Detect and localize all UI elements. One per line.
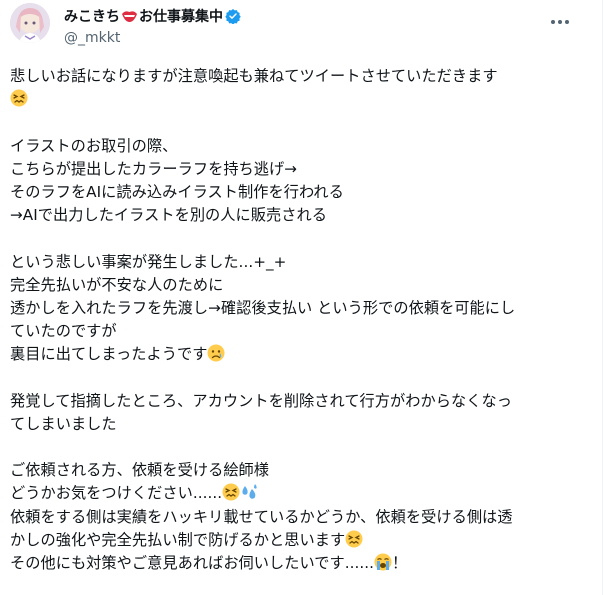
tweet-line: 裏目に出てしまったようです	[10, 343, 590, 366]
tweet-line-text: かしの強化や完全先払い制で防げるかと思います	[10, 530, 346, 549]
sad-tear-face-icon	[207, 344, 225, 362]
tweet-header: みこきち お仕事募集中 @_mkkt	[10, 3, 602, 55]
loudly-crying-face-icon	[374, 553, 392, 571]
tweet-line: ご依頼される方、依頼を受ける絵師様	[10, 461, 270, 480]
confounded-face-icon	[222, 483, 240, 501]
avatar[interactable]	[10, 3, 50, 43]
more-options-icon[interactable]	[549, 11, 571, 33]
tweet-line: →AIで出力したイラストを別の人に販売される	[10, 206, 327, 225]
tweet-line: こちらが提出したカラーラフを持ち逃げ→	[10, 159, 298, 178]
tweet-card: みこきち お仕事募集中 @_mkkt 悲しいお話になりますが注意喚起も兼ねてツイ…	[0, 0, 603, 595]
tweet-line-text: その他にも対策やご意見あればお伺いしたいです......	[10, 553, 375, 572]
tweet-line: イラストのお取引の際、	[10, 136, 178, 155]
display-name-part2: お仕事募集中	[139, 9, 223, 25]
tweet-line: ていたのですが	[10, 322, 117, 341]
sweat-droplets-icon	[240, 483, 258, 501]
tweet-line: どうかお気をつけください......	[10, 482, 590, 505]
display-name-part1: みこきち	[64, 9, 120, 25]
confounded-face-icon	[10, 89, 28, 107]
confounded-face-icon	[345, 530, 363, 548]
tweet-line-text: 裏目に出てしまったようです	[10, 345, 208, 364]
tweet-line: という悲しい事案が発生しました...+_+	[10, 252, 287, 271]
tweet-line: そのラフをAIに読み込みイラスト制作を行われる	[10, 182, 344, 201]
tweet-line: 発覚して指摘したところ、アカウントを削除されて行方がわからなくなっ	[10, 391, 512, 410]
display-name[interactable]: みこきち お仕事募集中	[64, 7, 241, 25]
tweet-line	[10, 88, 590, 111]
tweet-line: かしの強化や完全先払い制で防げるかと思います	[10, 529, 590, 552]
tweet-line-end: ！	[392, 553, 408, 572]
tweet-line: 完全先払いが不安な人のために	[10, 275, 224, 294]
tweet-line: 依頼をする側は実績をハッキリ載せているかどうか、依頼を受ける側は透	[10, 507, 513, 526]
verified-badge-icon[interactable]	[225, 8, 241, 25]
tweet-line: 透かしを入れたラフを先渡し→確認後支払い という形での依頼を可能にし	[10, 298, 516, 317]
tweet-line: その他にも対策やご意見あればお伺いしたいです...... ！	[10, 552, 590, 575]
tweet-line: てしまいました	[10, 414, 117, 433]
user-handle[interactable]: @_mkkt	[64, 30, 120, 46]
tweet-text: 悲しいお話になりますが注意喚起も兼ねてツイートさせていただきます イラストのお取…	[10, 65, 590, 575]
tweet-line: 悲しいお話になりますが注意喚起も兼ねてツイートさせていただきます	[10, 67, 498, 85]
lips-emoji-icon	[121, 9, 138, 23]
tweet-line-text: どうかお気をつけください......	[10, 484, 223, 503]
